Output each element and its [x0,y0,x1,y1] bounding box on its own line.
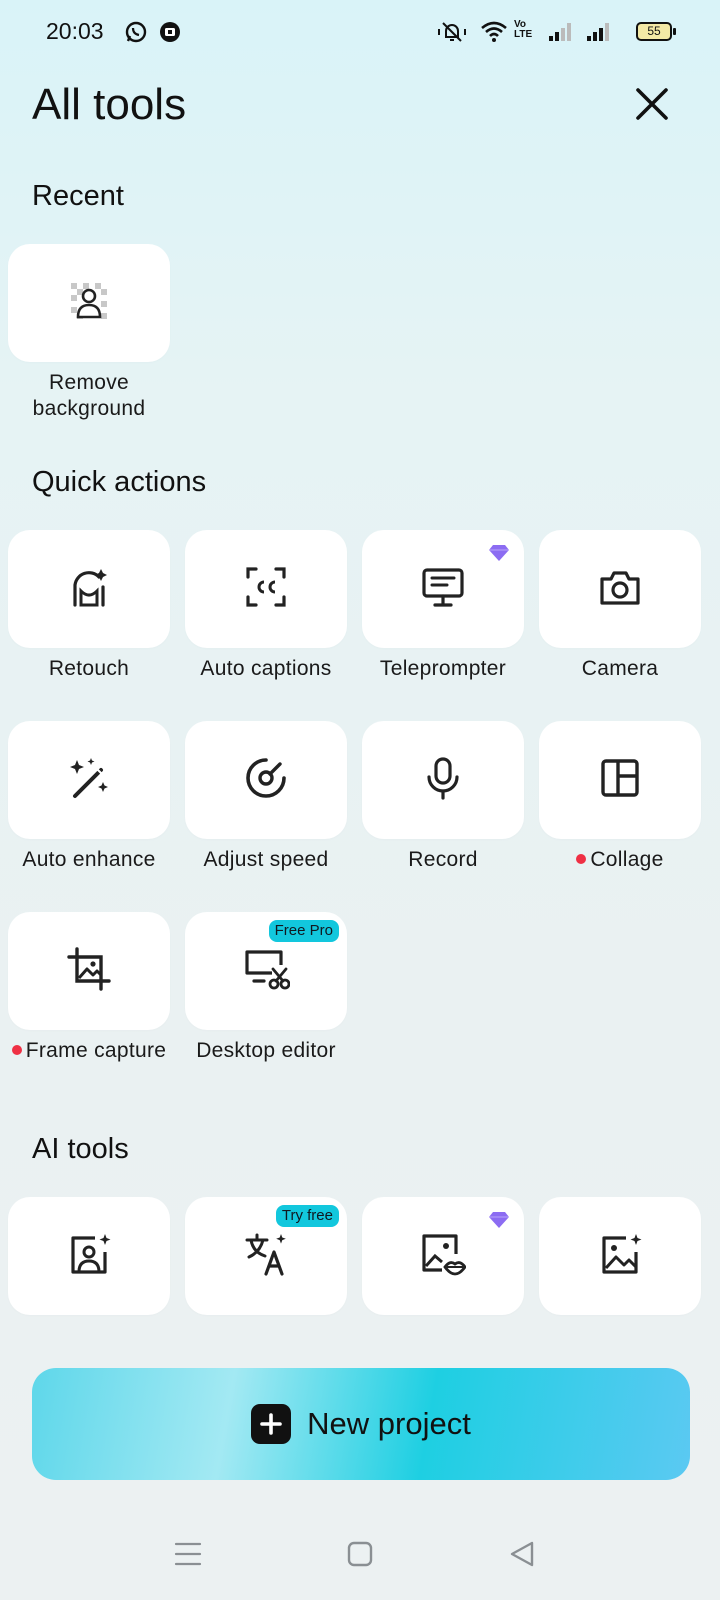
page-title: All tools [32,80,187,129]
tool-card[interactable] [8,244,170,362]
translate-icon [244,1232,288,1281]
back-icon[interactable] [508,1540,536,1573]
tool-card[interactable] [539,530,701,648]
premium-gem-icon [488,544,510,567]
desktop-editor-icon [242,947,291,996]
tool-label: Record [408,848,478,871]
lip-sync-icon [420,1232,467,1281]
tool-auto-captions[interactable]: Auto captions [185,530,347,682]
tool-desktop-editor[interactable]: Free Pro Desktop editor [185,912,347,1064]
tool-card[interactable] [539,1197,701,1315]
tool-remove-background[interactable]: Remove background [8,244,170,422]
tool-teleprompter[interactable]: Teleprompter [362,530,524,682]
collage-icon [598,756,642,805]
battery-icon: 55 [636,22,676,41]
tool-ai-image[interactable] [539,1197,701,1315]
tool-ai-portrait[interactable] [8,1197,170,1315]
try-free-badge: Try free [275,1205,339,1227]
signal-icon [548,20,574,47]
tool-card[interactable]: Try free [185,1197,347,1315]
new-project-button[interactable]: New project [32,1368,690,1480]
tool-label: Retouch [48,657,130,680]
quick-actions-title: Quick actions [32,466,207,498]
tool-card[interactable] [8,1197,170,1315]
camera-icon [598,565,642,614]
tool-card[interactable] [362,1197,524,1315]
tool-card[interactable] [362,721,524,839]
retouch-icon [67,565,111,614]
tool-record[interactable]: Record [362,721,524,873]
new-indicator-dot [576,854,587,864]
close-icon[interactable] [634,86,670,127]
tool-card[interactable] [8,530,170,648]
tool-label: Auto enhance [22,848,156,871]
tool-card[interactable] [8,721,170,839]
new-indicator-dot [11,1045,22,1055]
tool-label-row: Frame capture [0,1038,179,1064]
whatsapp-icon [124,20,148,49]
tool-card[interactable] [8,912,170,1030]
tool-lip-sync[interactable] [362,1197,524,1315]
tool-camera[interactable]: Camera [539,530,701,682]
new-project-label: New project [307,1406,471,1441]
tool-label: Auto captions [200,657,332,680]
tool-label: Adjust speed [203,848,329,871]
home-button[interactable] [336,1536,384,1576]
tool-label: Remove background [32,371,146,420]
ai-tools-title: AI tools [32,1133,129,1165]
tool-label: Camera [581,657,659,680]
tool-label: Collage [590,848,664,871]
tool-retouch[interactable]: Retouch [8,530,170,682]
tool-card[interactable] [185,530,347,648]
remove-background-icon [69,281,109,326]
mute-icon [438,20,466,49]
magic-wand-icon [67,756,111,805]
plus-icon [251,1404,292,1444]
tool-label: Teleprompter [379,657,507,680]
tool-frame-capture[interactable]: Frame capture [8,912,170,1064]
close-button[interactable] [628,82,676,130]
teleprompter-icon [421,565,465,614]
tool-card[interactable] [185,721,347,839]
status-time: 20:03 [46,18,104,44]
speed-icon [244,756,288,805]
ai-image-icon [598,1232,642,1281]
back-button[interactable] [498,1536,546,1576]
tool-label: Frame capture [25,1039,167,1062]
signal-icon-2 [586,20,612,47]
frame-capture-icon [67,946,111,996]
system-nav-bar [0,1520,720,1600]
free-pro-badge: Free Pro [268,920,339,942]
tool-card[interactable] [539,721,701,839]
tool-card[interactable] [362,530,524,648]
volte-icon: Vo LTE [514,19,533,40]
notification-icon [158,20,182,49]
tool-label: Desktop editor [196,1039,336,1062]
status-bar: 20:03 Vo LTE 55 [0,0,720,64]
tool-collage[interactable]: Collage [539,721,701,873]
tool-adjust-speed[interactable]: Adjust speed [185,721,347,873]
tool-card[interactable]: Free Pro [185,912,347,1030]
menu-button[interactable] [164,1536,212,1576]
tool-translate[interactable]: Try free [185,1197,347,1315]
wifi-icon [480,20,508,49]
tool-label-row: Collage [530,847,710,873]
captions-icon [244,565,288,614]
menu-icon[interactable] [173,1541,203,1572]
microphone-icon [421,756,465,805]
home-icon[interactable] [346,1540,374,1573]
tool-auto-enhance[interactable]: Auto enhance [8,721,170,873]
ai-portrait-icon [67,1232,111,1281]
recent-section-title: Recent [32,180,124,212]
premium-gem-icon [488,1211,510,1234]
